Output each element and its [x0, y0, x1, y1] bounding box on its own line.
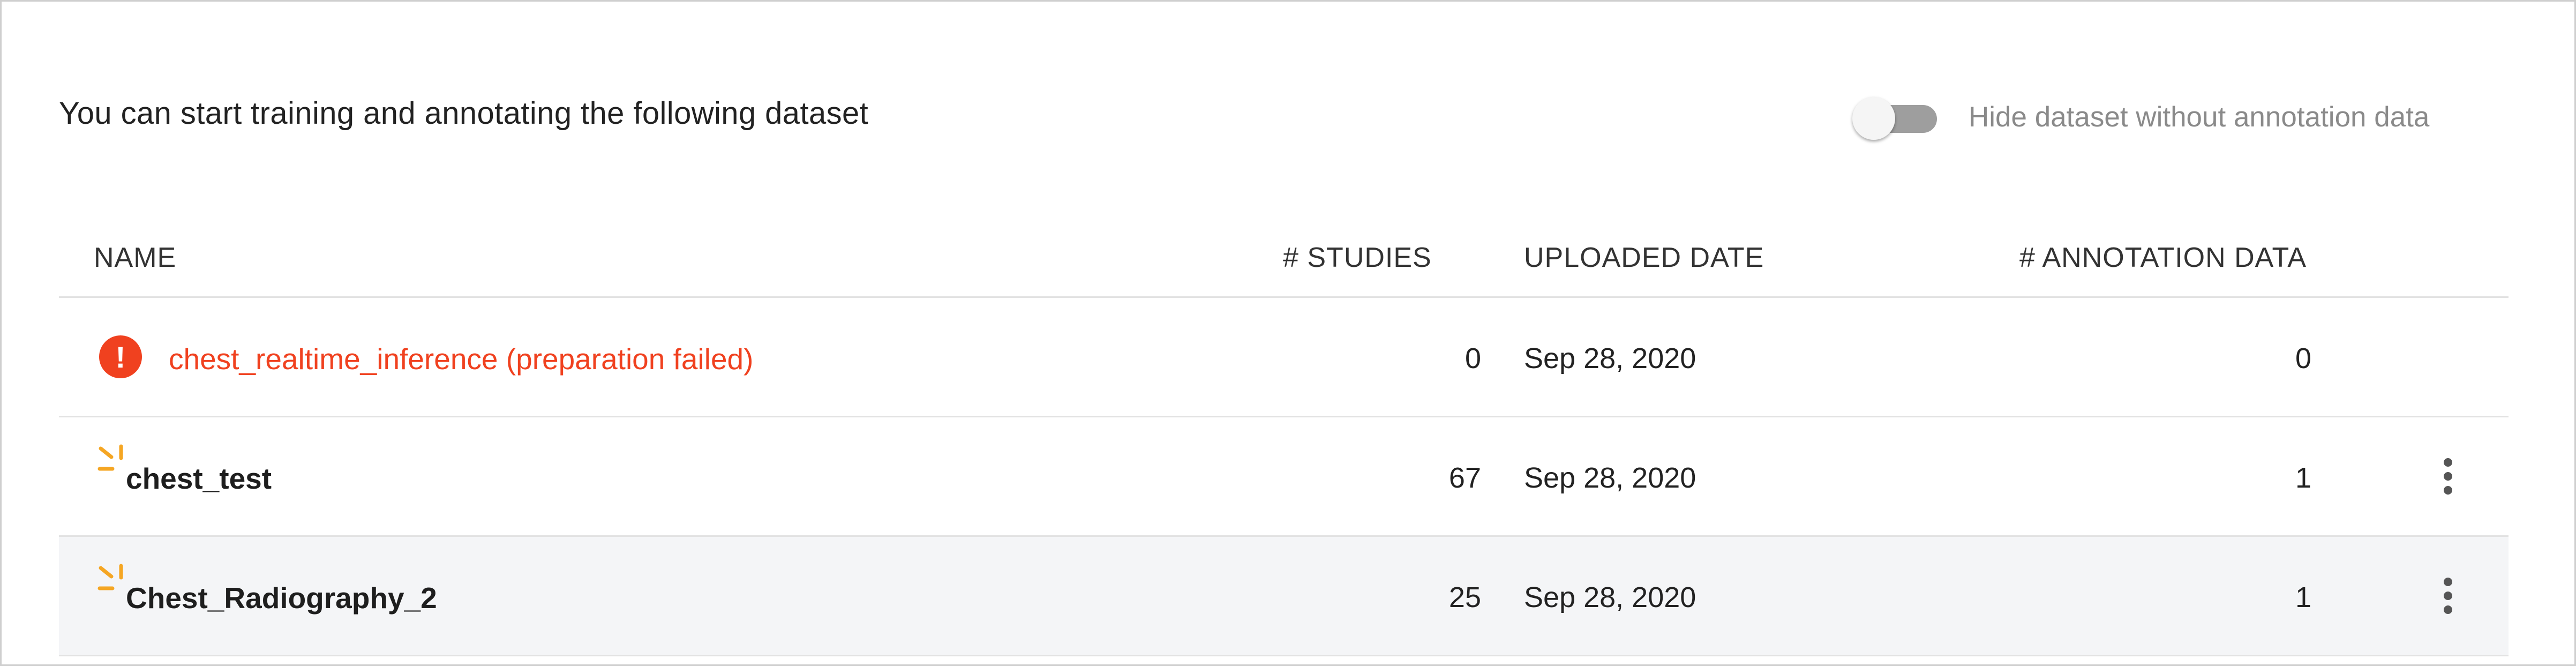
- dataset-name[interactable]: chest_realtime_inference (preparation fa…: [169, 342, 753, 376]
- column-header-uploaded-date[interactable]: UPLOADED DATE: [1524, 242, 1764, 274]
- dataset-table: NAME # STUDIES UPLOADED DATE # ANNOTATIO…: [59, 216, 2509, 656]
- hide-dataset-toggle-label: Hide dataset without annotation data: [1969, 101, 2430, 133]
- error-icon: !: [99, 335, 142, 378]
- table-row[interactable]: Chest_Radiography_2 25 Sep 28, 2020 1: [59, 537, 2509, 656]
- dataset-panel: You can start training and annotating th…: [0, 0, 2576, 666]
- table-row[interactable]: ! chest_realtime_inference (preparation …: [59, 298, 2509, 417]
- more-options-icon[interactable]: [2421, 569, 2475, 623]
- uploaded-date: Sep 28, 2020: [1524, 342, 1696, 375]
- studies-count: 25: [1448, 581, 1481, 613]
- studies-count: 67: [1448, 462, 1481, 494]
- annotation-count: 0: [2295, 342, 2312, 375]
- dataset-name[interactable]: chest_test: [126, 461, 272, 496]
- annotation-count: 1: [2295, 462, 2312, 494]
- column-header-name[interactable]: NAME: [94, 242, 176, 274]
- uploaded-date: Sep 28, 2020: [1524, 462, 1696, 494]
- studies-count: 0: [1465, 342, 1481, 375]
- table-header: NAME # STUDIES UPLOADED DATE # ANNOTATIO…: [59, 216, 2509, 298]
- column-header-studies[interactable]: # STUDIES: [1283, 242, 1432, 274]
- toggle-knob: [1852, 97, 1895, 140]
- annotation-count: 1: [2295, 581, 2312, 613]
- hide-dataset-toggle[interactable]: [1852, 95, 1943, 140]
- uploaded-date: Sep 28, 2020: [1524, 581, 1696, 613]
- intro-text: You can start training and annotating th…: [59, 96, 869, 131]
- more-options-icon[interactable]: [2421, 450, 2475, 503]
- dataset-name[interactable]: Chest_Radiography_2: [126, 581, 437, 615]
- column-header-annotation-data[interactable]: # ANNOTATION DATA: [2019, 242, 2307, 274]
- table-row[interactable]: chest_test 67 Sep 28, 2020 1: [59, 417, 2509, 537]
